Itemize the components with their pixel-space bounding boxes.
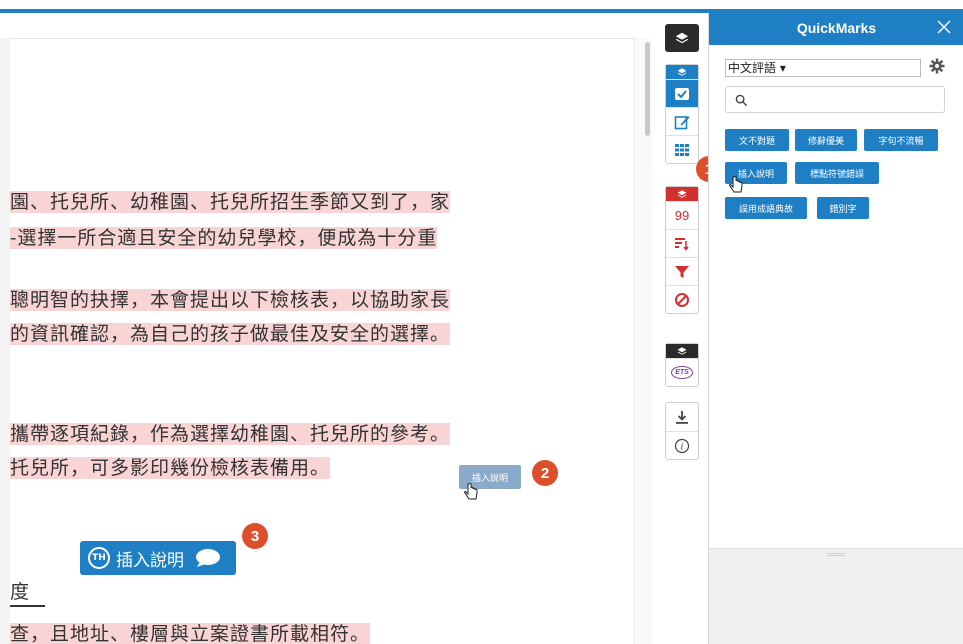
filter-button[interactable] — [666, 257, 698, 285]
panel-title: QuickMarks — [796, 20, 877, 36]
step-badge-2: 2 — [532, 460, 558, 486]
quickmark-tool-button[interactable] — [666, 79, 698, 107]
quickmark-search-input[interactable] — [725, 86, 945, 113]
heading-fragment: 度 — [10, 579, 46, 607]
download-button[interactable] — [666, 403, 698, 431]
close-icon[interactable] — [936, 19, 952, 35]
sort-icon — [675, 237, 689, 251]
quickmark-button[interactable]: 誤用成語典故 — [725, 197, 807, 219]
svg-text:i: i — [681, 442, 684, 452]
ets-etater-button[interactable]: ETS — [666, 358, 698, 386]
quickmark-set-selector[interactable]: 中文評語 ▾ — [725, 59, 921, 77]
sort-matches-button[interactable] — [666, 229, 698, 257]
etools-group: ETS — [665, 343, 699, 387]
utility-tools-group: i — [665, 402, 699, 460]
document-left-gutter — [0, 38, 10, 644]
grading-tools-group — [665, 64, 699, 164]
check-icon — [675, 87, 689, 100]
similarity-tools-group: 99 — [665, 186, 699, 314]
filter-icon — [675, 265, 689, 278]
scrollbar-thumb[interactable] — [645, 42, 650, 136]
quickmark-button[interactable]: 文不對題 — [725, 129, 789, 151]
quickmark-chip-label: 插入說明 — [116, 550, 184, 571]
layers-toggle-etools[interactable] — [666, 344, 698, 358]
text-line: 攜帶逐項紀錄，作為選擇幼稚園、托兒所的參考。 — [10, 423, 451, 445]
gear-icon[interactable] — [929, 58, 945, 74]
match-overview-button[interactable]: 99 — [666, 201, 698, 229]
rubric-tool-button[interactable] — [666, 135, 698, 163]
info-button[interactable]: i — [666, 431, 698, 459]
layers-toggle-similarity[interactable] — [666, 187, 698, 201]
panel-footer — [709, 548, 963, 644]
quickmarks-panel: QuickMarks 中文評語 ▾ 文不對題 修辭優美 字句不流暢 插入說明 標… — [708, 13, 963, 644]
quickmarks-header: QuickMarks — [709, 13, 963, 45]
comment-bubble-icon[interactable] — [194, 548, 222, 568]
search-icon — [735, 94, 748, 107]
hand-cursor-icon — [729, 176, 743, 193]
resize-handle[interactable] — [827, 553, 845, 556]
info-icon: i — [674, 438, 690, 453]
layers-icon — [677, 190, 687, 198]
text-line: 查，且地址、樓層與立案證書所載相符。 — [10, 623, 371, 644]
inserted-quickmark-chip[interactable]: TH 插入說明 — [80, 541, 236, 575]
layers-toggle-grading[interactable] — [666, 65, 698, 79]
quickmark-button[interactable]: 錯別字 — [817, 197, 869, 219]
edit-icon — [674, 115, 690, 129]
quote-icon: 99 — [674, 208, 690, 223]
comment-tool-button[interactable] — [666, 107, 698, 135]
quickmark-button[interactable]: 字句不流暢 — [864, 129, 938, 151]
text-line: -選擇一所合適且安全的幼兒學校，便成為十分重 — [10, 227, 438, 249]
avatar: TH — [88, 547, 110, 569]
quickmark-button[interactable]: 修辭優美 — [795, 129, 857, 151]
grid-icon — [675, 143, 689, 156]
download-icon — [676, 411, 688, 424]
layers-toggle-button[interactable] — [665, 24, 699, 52]
text-line: 托兒所，可多影印幾份檢核表備用。 — [10, 457, 331, 479]
layers-icon — [675, 32, 689, 44]
step-badge-3: 3 — [242, 523, 268, 549]
layers-icon — [677, 347, 687, 355]
ban-icon — [675, 292, 689, 307]
text-line: 的資訊確認，為自己的孩子做最佳及安全的選擇。 — [10, 323, 451, 345]
text-line: 園、托兒所、幼稚園、托兒所招生季節又到了，家 — [10, 191, 451, 213]
exclude-button[interactable] — [666, 285, 698, 313]
quickmark-button[interactable]: 標點符號錯誤 — [795, 162, 879, 184]
layers-icon — [677, 68, 687, 76]
hand-cursor-icon — [464, 483, 478, 500]
ets-icon: ETS — [671, 366, 693, 379]
text-line: 聰明智的抉擇，本會提出以下檢核表，以協助家長 — [10, 289, 451, 311]
